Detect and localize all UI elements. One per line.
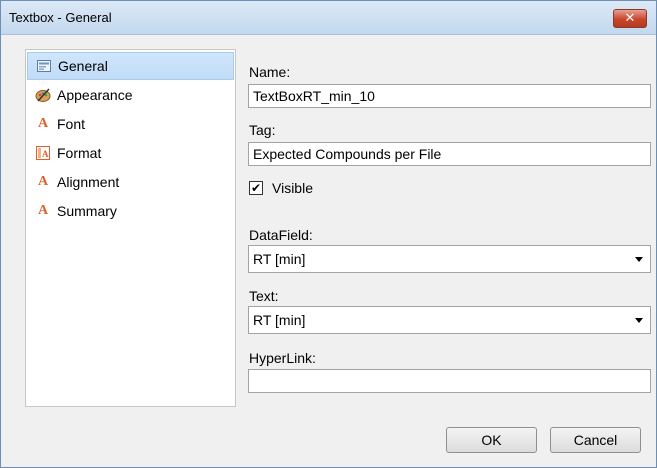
- nav-item-appearance[interactable]: Appearance: [27, 81, 234, 109]
- nav-item-font[interactable]: A Font: [27, 110, 234, 138]
- nav-label: Summary: [57, 203, 117, 219]
- font-icon: A: [37, 116, 49, 131]
- nav-item-general[interactable]: General: [27, 52, 234, 80]
- nav-label: Font: [57, 116, 86, 132]
- chevron-down-icon[interactable]: [628, 307, 650, 333]
- visible-checkbox[interactable]: ✔: [249, 181, 263, 195]
- nav-label: Alignment: [57, 174, 120, 190]
- name-label: Name:: [249, 64, 291, 80]
- textbox-general-dialog: Textbox - General ✕ General Appearance A…: [0, 0, 657, 468]
- general-icon: [36, 58, 52, 74]
- window-title: Textbox - General: [9, 10, 112, 25]
- hyperlink-field[interactable]: [248, 369, 651, 393]
- close-icon: ✕: [624, 11, 636, 26]
- nav-label: Format: [57, 145, 102, 161]
- format-icon: A: [35, 145, 51, 161]
- nav-label: Appearance: [57, 87, 133, 103]
- category-list: General Appearance A Font A Format A Ali…: [25, 49, 236, 407]
- nav-item-alignment[interactable]: A Alignment: [27, 168, 234, 196]
- chevron-down-icon[interactable]: [628, 246, 650, 272]
- ok-button[interactable]: OK: [446, 427, 537, 453]
- datafield-value: RT [min]: [253, 251, 306, 267]
- text-dropdown[interactable]: RT [min]: [248, 306, 651, 334]
- tag-field[interactable]: Expected Compounds per File: [248, 142, 651, 166]
- summary-icon: A: [37, 203, 49, 218]
- alignment-icon: A: [37, 174, 49, 189]
- nav-label: General: [58, 58, 108, 74]
- visible-label[interactable]: Visible: [272, 180, 313, 196]
- datafield-dropdown[interactable]: RT [min]: [248, 245, 651, 273]
- text-value: RT [min]: [253, 312, 306, 328]
- dialog-body: General Appearance A Font A Format A Ali…: [9, 35, 651, 461]
- hyperlink-label: HyperLink:: [249, 350, 316, 366]
- nav-item-summary[interactable]: A Summary: [27, 197, 234, 225]
- svg-text:A: A: [42, 149, 49, 159]
- tag-label: Tag:: [249, 122, 276, 138]
- checkmark-icon: ✔: [250, 181, 262, 195]
- nav-item-format[interactable]: A Format: [27, 139, 234, 167]
- appearance-icon: [35, 87, 51, 103]
- title-bar[interactable]: Textbox - General ✕: [1, 1, 656, 35]
- text-label: Text:: [249, 288, 279, 304]
- datafield-label: DataField:: [249, 227, 313, 243]
- name-field[interactable]: TextBoxRT_min_10: [248, 84, 651, 108]
- close-button[interactable]: ✕: [613, 9, 647, 28]
- cancel-button[interactable]: Cancel: [550, 427, 641, 453]
